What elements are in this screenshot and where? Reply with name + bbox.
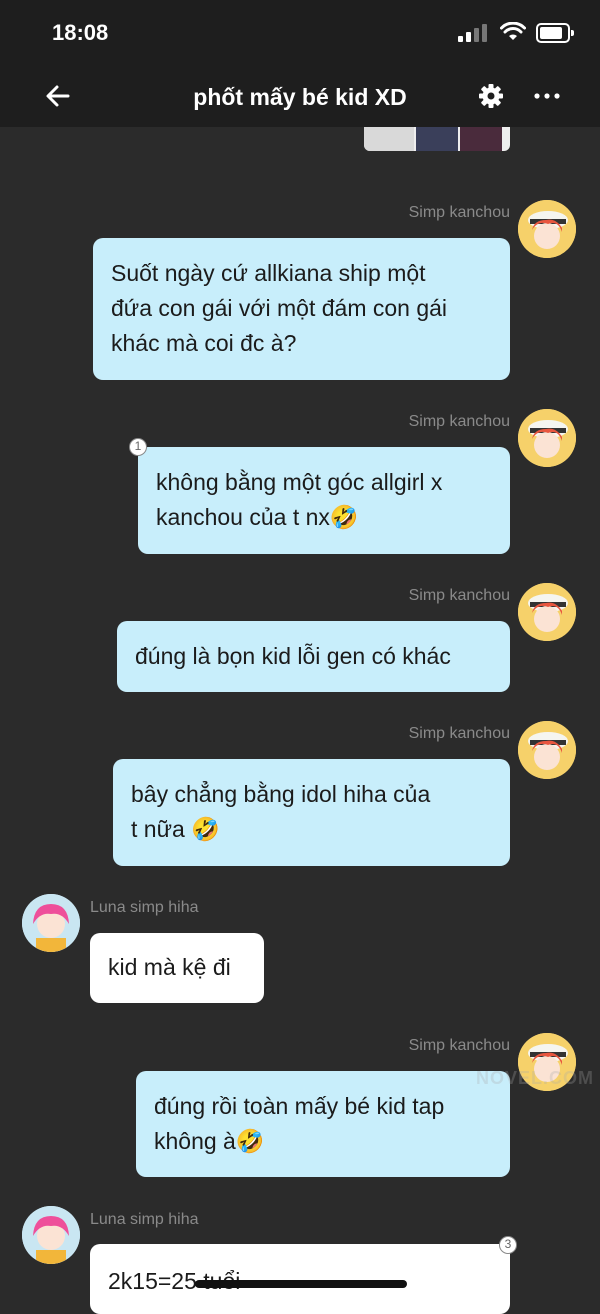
message-line: không bằng một góc allgirl x — [156, 469, 443, 495]
status-icons — [450, 22, 574, 44]
reaction-count-badge[interactable]: 3 — [499, 1236, 517, 1254]
message-line: t nữa 🤣 — [131, 816, 220, 842]
message-line: khác mà coi đc à? — [111, 330, 297, 356]
chat-bubble[interactable]: đúng là bọn kid lỗi gen có khác — [117, 621, 510, 692]
message-line: đúng rồi toàn mấy bé kid tap — [154, 1093, 445, 1119]
message-line: kid mà kệ đi — [108, 954, 231, 980]
message-line: không à🤣 — [154, 1128, 265, 1154]
wifi-icon — [500, 22, 526, 40]
sender-name: Simp kanchou — [408, 204, 510, 221]
battery-icon — [536, 23, 574, 43]
chat-title: phốt mấy bé kid XD — [193, 84, 407, 110]
signal-icon — [458, 24, 490, 42]
sender-name: Simp kanchou — [408, 413, 510, 430]
message-line: kanchou của t nx🤣 — [156, 504, 359, 530]
chat-bubble[interactable]: đúng rồi toàn mấy bé kid tap không à🤣 — [136, 1071, 510, 1177]
status-time: 18:08 — [52, 20, 109, 45]
sender-name: Luna simp hiha — [90, 1211, 199, 1228]
avatar[interactable] — [518, 721, 576, 779]
sender-name: Luna simp hiha — [90, 899, 199, 916]
avatar[interactable] — [518, 200, 576, 258]
home-indicator[interactable] — [195, 1280, 407, 1288]
reaction-count-badge[interactable]: 1 — [129, 438, 147, 456]
gear-icon[interactable] — [477, 82, 505, 110]
chat-bubble[interactable]: kid mà kệ đi — [90, 933, 264, 1003]
avatar[interactable] — [518, 409, 576, 467]
avatar[interactable] — [22, 1206, 80, 1264]
watermark: NOVEL.COM — [476, 1068, 595, 1088]
sender-name: Simp kanchou — [408, 587, 510, 604]
message-line: Suốt ngày cứ allkiana ship một — [111, 260, 426, 286]
sender-name: Simp kanchou — [408, 725, 510, 742]
image-message-thumbnails[interactable] — [364, 127, 510, 151]
chat-bubble[interactable]: Suốt ngày cứ allkiana ship một đứa con g… — [93, 238, 510, 380]
chat-bubble[interactable]: không bằng một góc allgirl x kanchou của… — [138, 447, 510, 554]
avatar[interactable] — [22, 894, 80, 952]
chat-bubble[interactable]: 2k15=25 tuổi — [90, 1244, 510, 1314]
top-bar: 18:08 phốt mấy bé kid XD — [0, 0, 600, 127]
message-line: đứa con gái với một đám con gái — [111, 295, 448, 321]
message-line: bây chẳng bằng idol hiha của — [131, 781, 431, 807]
chat-bubble[interactable]: bây chẳng bằng idol hiha của t nữa 🤣 — [113, 759, 510, 866]
avatar[interactable] — [518, 583, 576, 641]
sender-name: Simp kanchou — [408, 1037, 510, 1054]
more-dots-icon[interactable] — [532, 82, 562, 110]
message-line: đúng là bọn kid lỗi gen có khác — [135, 643, 451, 669]
